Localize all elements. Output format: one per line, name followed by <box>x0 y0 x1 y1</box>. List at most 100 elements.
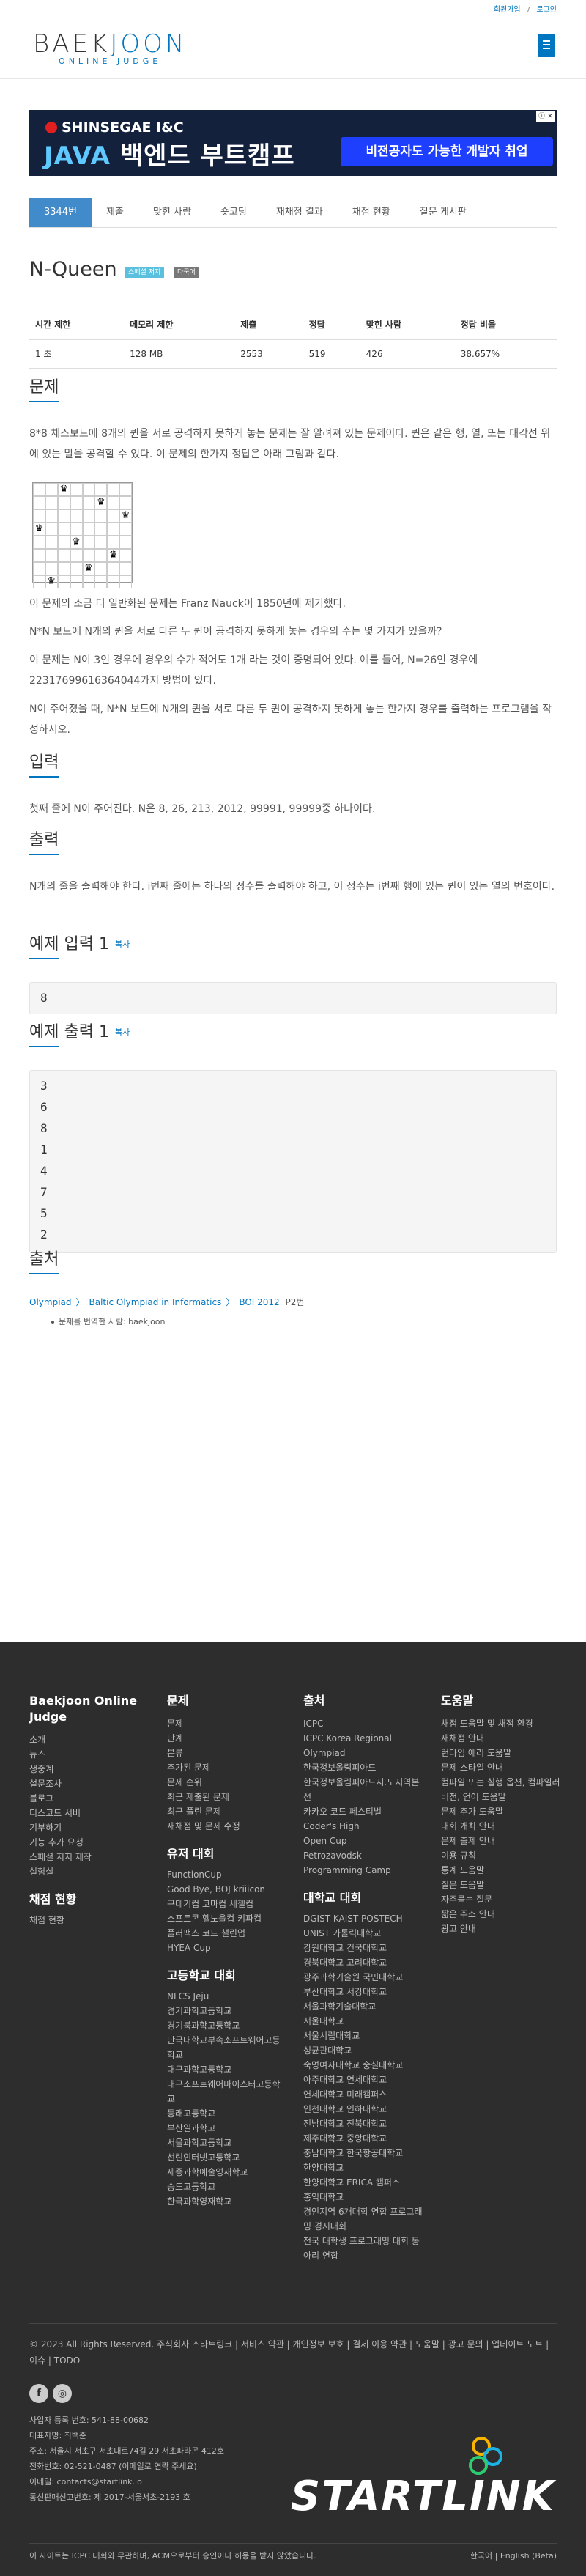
footer-link[interactable]: 디스코드 서버 <box>29 1806 139 1820</box>
tab-submit[interactable]: 제출 <box>92 198 138 227</box>
footer-link[interactable]: 서울대학교 <box>303 2014 424 2029</box>
footer-link[interactable]: 부산대학교 서강대학교 <box>303 1985 424 1999</box>
footer-link[interactable]: 분류 <box>167 1746 284 1760</box>
footer-link[interactable]: 재채점 및 문제 수정 <box>167 1819 284 1834</box>
footer-link[interactable]: 구데기컵 코마컵 세젤컵 <box>167 1897 284 1911</box>
footer-link[interactable]: 기능 추가 요청 <box>29 1835 139 1850</box>
footer-link[interactable]: 한국과학영재학교 <box>167 2194 284 2209</box>
footer-link[interactable]: 한양대학교 <box>303 2160 424 2175</box>
footer-link[interactable]: 한양대학교 ERICA 캠퍼스 <box>303 2175 424 2190</box>
login-link[interactable]: 로그인 <box>536 6 557 14</box>
footer-link[interactable]: 문제 순위 <box>167 1775 284 1790</box>
footer-link[interactable]: 대구소프트웨어마이스터고등학교 <box>167 2077 284 2106</box>
footer-link[interactable]: 강원대학교 건국대학교 <box>303 1941 424 1955</box>
footer-link[interactable]: 인천대학교 인하대학교 <box>303 2102 424 2116</box>
footer-link[interactable]: 선린인터넷고등학교 <box>167 2150 284 2165</box>
facebook-icon[interactable]: f <box>29 2384 48 2403</box>
footer-link[interactable]: 실험실 <box>29 1864 139 1879</box>
footer-link[interactable]: 기부하기 <box>29 1820 139 1835</box>
footer-link[interactable]: Open Cup <box>303 1834 424 1848</box>
footer-link[interactable]: Programming Camp <box>303 1863 424 1878</box>
footer-link[interactable]: 제주대학교 중앙대학교 <box>303 2131 424 2146</box>
footer-link[interactable]: 문제 출제 안내 <box>441 1834 562 1848</box>
tab-solved-users[interactable]: 맞힌 사람 <box>138 198 206 227</box>
footer-link[interactable]: 컴파일 또는 실행 옵션, 컴파일러 버전, 언어 도움말 <box>441 1775 562 1804</box>
footer-link[interactable]: 경기과학고등학교 <box>167 2004 284 2018</box>
footer-link[interactable]: 채점 도움말 및 채점 환경 <box>441 1716 562 1731</box>
footer-link[interactable]: 자주묻는 질문 <box>441 1892 562 1907</box>
footer-link[interactable]: Olympiad <box>303 1746 424 1760</box>
footer-link[interactable]: 서울과학고등학교 <box>167 2136 284 2150</box>
footer-link[interactable]: 문제 스타일 안내 <box>441 1760 562 1775</box>
footer-link[interactable]: 서울시립대학교 <box>303 2029 424 2043</box>
footer-link[interactable]: 경기북과학고등학교 <box>167 2018 284 2033</box>
language-selector[interactable]: 한국어 | English (Beta) <box>470 2550 557 2563</box>
footer-link[interactable]: 대구과학고등학교 <box>167 2062 284 2077</box>
footer-link[interactable]: FunctionCup <box>167 1867 284 1882</box>
copy-sample-output-button[interactable]: 복사 <box>115 1027 130 1037</box>
tab-status[interactable]: 채점 현황 <box>338 198 405 227</box>
footer-link[interactable]: 성균관대학교 <box>303 2043 424 2058</box>
footer-link[interactable]: 숙명여자대학교 숭실대학교 <box>303 2058 424 2073</box>
advertisement-banner[interactable]: SHINSEGAE I&C JAVA 백엔드 부트캠프 비전공자도 가능한 개발… <box>29 110 557 176</box>
footer-link[interactable]: 광주과학기술원 국민대학교 <box>303 1970 424 1985</box>
footer-link[interactable]: 통계 도움말 <box>441 1863 562 1878</box>
footer-link[interactable]: 블로그 <box>29 1791 139 1806</box>
footer-link[interactable]: 전국 대학생 프로그래밍 대회 동아리 연합 <box>303 2234 424 2263</box>
footer-link[interactable]: Coder's High <box>303 1819 424 1834</box>
footer-link[interactable]: 카카오 코드 페스티벌 <box>303 1804 424 1819</box>
footer-link[interactable]: 대회 개최 안내 <box>441 1819 562 1834</box>
footer-link[interactable]: Petrozavodsk <box>303 1848 424 1863</box>
footer-link[interactable]: 광고 안내 <box>441 1922 562 1936</box>
footer-link[interactable]: HYEA Cup <box>167 1941 284 1955</box>
footer-link[interactable]: DGIST KAIST POSTECH UNIST 가톨릭대학교 <box>303 1911 424 1941</box>
copyright-links[interactable]: © 2023 All Rights Reserved. 주식회사 스타트링크 |… <box>29 2336 557 2369</box>
footer-link[interactable]: 한국정보올림피아드시.도지역본선 <box>303 1775 424 1804</box>
source-link-boi[interactable]: Baltic Olympiad in Informatics <box>89 1297 222 1307</box>
footer-link[interactable]: 세종과학예술영재학교 <box>167 2165 284 2180</box>
footer-link[interactable]: 런타임 에러 도움말 <box>441 1746 562 1760</box>
footer-link[interactable]: NLCS Jeju <box>167 1989 284 2004</box>
tab-rejudge-results[interactable]: 재채점 결과 <box>262 198 338 227</box>
footer-link[interactable]: 아주대학교 연세대학교 <box>303 2073 424 2087</box>
tab-questions[interactable]: 질문 게시판 <box>405 198 481 227</box>
footer-link[interactable]: 전남대학교 전북대학교 <box>303 2116 424 2131</box>
site-logo[interactable]: BAEKJOON ONLINE JUDGE <box>33 29 187 68</box>
footer-link[interactable]: 문제 <box>167 1716 284 1731</box>
tab-problem[interactable]: 3344번 <box>29 198 92 227</box>
footer-link[interactable]: 경북대학교 고려대학교 <box>303 1955 424 1970</box>
footer-link[interactable]: 최근 제출된 문제 <box>167 1790 284 1804</box>
footer-link[interactable]: 생중계 <box>29 1762 139 1776</box>
footer-link[interactable]: ICPC <box>303 1716 424 1731</box>
source-link-olympiad[interactable]: Olympiad <box>29 1297 72 1307</box>
footer-link[interactable]: 스페셜 저지 제작 <box>29 1850 139 1864</box>
footer-link[interactable]: Good Bye, BOJ kriiicon <box>167 1882 284 1897</box>
footer-link[interactable]: 부산일과학고 <box>167 2121 284 2136</box>
copy-sample-input-button[interactable]: 복사 <box>115 940 130 949</box>
blog-icon[interactable]: ◎ <box>53 2384 72 2403</box>
footer-link[interactable]: 추가된 문제 <box>167 1760 284 1775</box>
footer-link[interactable]: 문제 추가 도움말 <box>441 1804 562 1819</box>
footer-link[interactable]: 플러팩스 코드 챌린업 <box>167 1926 284 1941</box>
footer-link[interactable]: 채점 현황 <box>29 1913 139 1927</box>
footer-link[interactable]: 소개 <box>29 1732 139 1747</box>
footer-link[interactable]: 질문 도움말 <box>441 1878 562 1892</box>
footer-link[interactable]: 소프트콘 헬노을컵 키파컵 <box>167 1911 284 1926</box>
footer-link[interactable]: 서울과학기술대학교 <box>303 1999 424 2014</box>
menu-toggle-button[interactable] <box>538 34 555 57</box>
footer-link[interactable]: 최근 풀린 문제 <box>167 1804 284 1819</box>
tab-short-coding[interactable]: 숏코딩 <box>206 198 262 227</box>
signup-link[interactable]: 회원가입 <box>494 6 521 14</box>
footer-link[interactable]: 동래고등학교 <box>167 2106 284 2121</box>
footer-link[interactable]: 연세대학교 미래캠퍼스 <box>303 2087 424 2102</box>
footer-link[interactable]: 단국대학교부속소프트웨어고등학교 <box>167 2033 284 2062</box>
footer-link[interactable]: 재채점 안내 <box>441 1731 562 1746</box>
footer-link[interactable]: 홍익대학교 <box>303 2190 424 2204</box>
footer-link[interactable]: 충남대학교 한국항공대학교 <box>303 2146 424 2160</box>
footer-link[interactable]: 단계 <box>167 1731 284 1746</box>
footer-link[interactable]: 송도고등학교 <box>167 2180 284 2194</box>
footer-link[interactable]: 한국정보올림피아드 <box>303 1760 424 1775</box>
ad-close-icon[interactable]: ⓘ ✕ <box>536 111 555 122</box>
footer-link[interactable]: 뉴스 <box>29 1747 139 1762</box>
source-link-boi2012[interactable]: BOI 2012 <box>239 1297 279 1307</box>
